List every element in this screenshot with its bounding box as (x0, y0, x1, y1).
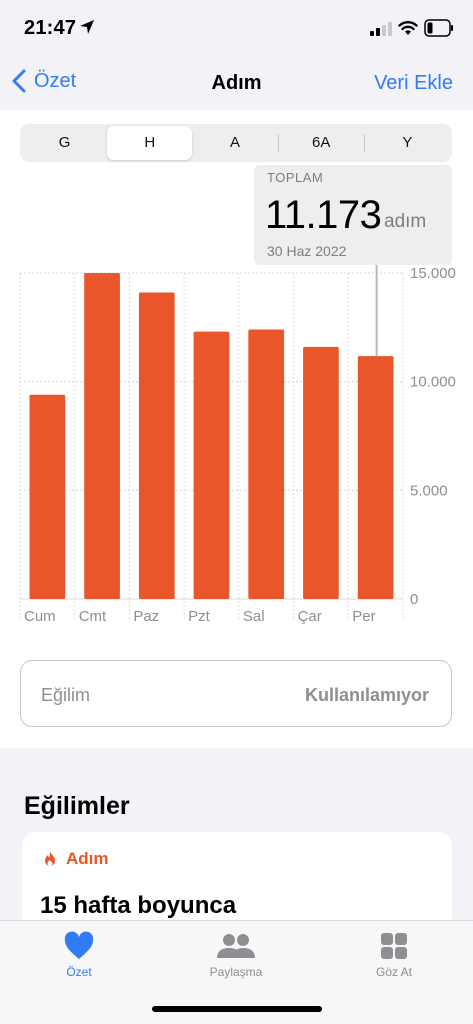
navigation-bar: Özet Adım Veri Ekle (0, 56, 473, 110)
segment-day[interactable]: G (22, 126, 107, 160)
bar (193, 331, 230, 599)
x-tick-label: Per (352, 608, 375, 625)
tab-sharing-label: Paylaşma (209, 965, 263, 979)
segment-week[interactable]: H (107, 126, 193, 160)
cellular-signal-icon (370, 22, 392, 36)
tab-summary-label: Özet (66, 965, 92, 979)
card-headline: 15 hafta boyunca (40, 892, 237, 919)
summary-value: 11.173 (265, 193, 382, 237)
tab-summary[interactable]: Özet (19, 931, 139, 979)
y-tick-label: 5.000 (410, 482, 448, 499)
location-arrow-icon (80, 20, 94, 34)
trend-label: Eğilim (41, 685, 91, 705)
card-tag-label: Adım (66, 849, 109, 868)
battery-icon (424, 19, 453, 37)
time-range-segmented-control: G H A 6A Y (20, 124, 452, 162)
summary-callout: TOPLAM 11.173 adım 30 Haz 2022 (254, 165, 452, 265)
tab-sharing[interactable]: Paylaşma (176, 931, 296, 979)
trend-value: Kullanılamıyor (304, 685, 429, 705)
summary-date: 30 Haz 2022 (267, 243, 347, 259)
bar (29, 394, 66, 599)
heart-icon (64, 931, 94, 959)
tab-browse-label: Göz At (375, 965, 413, 979)
bar (248, 329, 285, 599)
status-bar: 21:47 (0, 0, 473, 56)
card-tag: Adım (42, 849, 109, 869)
segment-year[interactable]: Y (365, 126, 450, 160)
summary-unit: adım (384, 211, 427, 232)
x-tick-label: Çar (298, 608, 322, 625)
x-tick-label: Cmt (79, 608, 107, 625)
y-tick-label: 0 (410, 591, 418, 608)
section-title: Eğilimler (24, 792, 130, 820)
trend-row[interactable]: Eğilim Kullanılamıyor (20, 660, 452, 727)
x-tick-label: Cum (24, 608, 56, 625)
y-tick-label: 10.000 (410, 374, 456, 391)
flame-icon (45, 851, 55, 866)
x-tick-label: Sal (243, 608, 265, 625)
y-tick-label: 15.000 (410, 265, 456, 282)
x-tick-label: Pzt (188, 608, 211, 625)
segment-month[interactable]: A (192, 126, 277, 160)
segment-six-months[interactable]: 6A (279, 126, 364, 160)
bar (138, 292, 175, 599)
bar (84, 273, 120, 599)
bar (357, 356, 394, 599)
tab-browse[interactable]: Göz At (334, 931, 454, 979)
home-indicator (152, 1006, 322, 1012)
wifi-icon (398, 21, 418, 35)
add-data-button[interactable]: Veri Ekle (374, 72, 453, 95)
x-tick-label: Paz (133, 608, 159, 625)
summary-label: TOPLAM (267, 170, 324, 185)
bar (303, 346, 339, 599)
people-icon (217, 934, 255, 958)
status-time: 21:47 (24, 17, 77, 39)
grid-icon (381, 933, 407, 959)
